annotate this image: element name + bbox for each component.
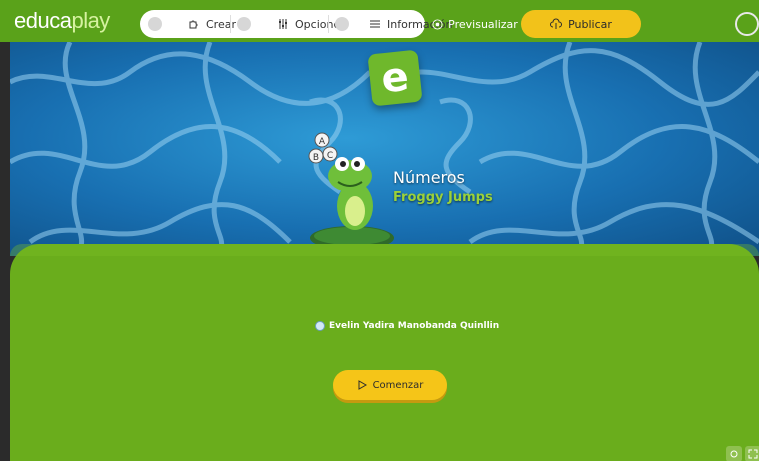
activity-banner: e A B C Números Froggy Jumps xyxy=(10,42,759,256)
fullscreen-icon[interactable] xyxy=(745,446,759,461)
sliders-icon xyxy=(279,19,287,29)
educaplay-e-badge: e xyxy=(367,49,423,107)
preview-button[interactable]: Previsualizar xyxy=(430,10,520,38)
bubble-letter-b: B xyxy=(313,153,319,163)
user-avatar[interactable] xyxy=(735,12,759,36)
top-navigation-bar: educaplay Crear Opciones Información Pre… xyxy=(0,0,759,42)
divider xyxy=(328,15,329,33)
educaplay-logo[interactable]: educaplay xyxy=(14,8,110,34)
start-label: Comenzar xyxy=(372,379,424,391)
publish-label: Publicar xyxy=(568,17,612,31)
logo-text-accent: play xyxy=(71,8,110,33)
puzzle-icon xyxy=(189,20,198,29)
steps-pill: Crear Opciones Información xyxy=(140,10,452,38)
publish-button[interactable]: Publicar xyxy=(521,10,641,38)
bubble-letter-c: C xyxy=(327,151,333,161)
author-name: Evelin Yadira Manobanda Quinllin xyxy=(329,321,500,331)
step-number-dot xyxy=(148,17,162,31)
author-avatar-icon xyxy=(315,321,325,331)
eye-icon xyxy=(432,18,443,30)
step-number-dot xyxy=(335,17,349,31)
logo-text-main: educa xyxy=(14,8,72,33)
step-number-dot xyxy=(237,17,251,31)
author-line[interactable]: Evelin Yadira Manobanda Quinllin xyxy=(315,321,499,331)
cloud-upload-icon xyxy=(550,18,563,29)
divider xyxy=(230,15,231,33)
list-icon xyxy=(370,20,380,28)
play-icon xyxy=(358,380,367,390)
preview-label: Previsualizar xyxy=(448,17,518,31)
froggy-mascot-illustration: A B C xyxy=(308,132,394,250)
bubble-letter-a: A xyxy=(319,137,326,147)
activity-title: Números xyxy=(393,168,465,187)
step-opciones[interactable]: Opciones xyxy=(237,17,346,31)
step-label-crear: Crear xyxy=(206,17,236,31)
settings-icon[interactable] xyxy=(726,446,742,461)
activity-start-panel: Evelin Yadira Manobanda Quinllin Comenza… xyxy=(10,244,759,461)
step-crear[interactable]: Crear xyxy=(148,17,236,31)
start-button[interactable]: Comenzar xyxy=(333,370,447,400)
activity-type: Froggy Jumps xyxy=(393,190,493,205)
